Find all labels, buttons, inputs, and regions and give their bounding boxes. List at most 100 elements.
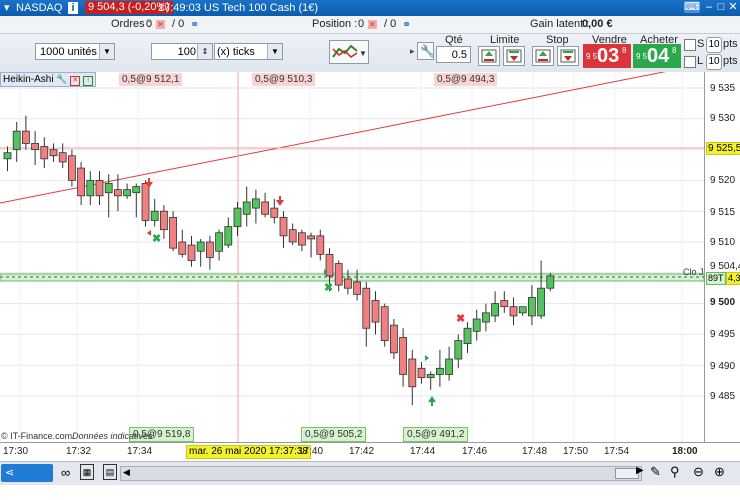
candle[interactable] [546, 275, 555, 289]
candle[interactable] [233, 207, 242, 227]
candle[interactable] [399, 337, 408, 375]
candle[interactable] [150, 210, 159, 221]
candle[interactable] [261, 201, 270, 215]
candle[interactable] [417, 367, 426, 378]
info-icon[interactable]: i [68, 2, 78, 14]
remove-indicator-icon[interactable]: ✕ [70, 76, 81, 86]
candle[interactable] [251, 198, 260, 209]
candle[interactable] [316, 235, 325, 255]
candle[interactable] [49, 149, 58, 157]
candle[interactable] [86, 180, 95, 197]
draw-tool-icon[interactable]: ✎ [650, 464, 661, 480]
zoom-in-icon[interactable]: ⊕ [714, 464, 725, 480]
share-button[interactable]: ⋖ Partager [1, 464, 53, 497]
chain-icon[interactable]: ⚭ [190, 18, 199, 31]
long-stop-points-input[interactable]: 10 [706, 54, 722, 70]
horizontal-scrollbar[interactable]: ◀ [120, 466, 642, 481]
collapse-arrow-icon[interactable]: ▸ [410, 46, 415, 57]
candle[interactable] [491, 303, 500, 317]
candle[interactable] [104, 183, 113, 194]
sheet-icon[interactable]: ▤ [103, 464, 117, 480]
candle[interactable] [463, 327, 472, 345]
scroll-right-icon[interactable]: ▶ [636, 465, 644, 476]
calculator-icon[interactable]: ▦ [80, 464, 94, 480]
candle[interactable] [3, 152, 12, 160]
zoom-auto-icon[interactable]: ⚲ [670, 464, 680, 480]
short-stop-points-input[interactable]: 10 [706, 37, 722, 53]
keyboard-icon[interactable]: ⌨ [684, 1, 700, 13]
settings-tool-button[interactable]: 🔧 [417, 42, 435, 60]
ticks-unit-select[interactable]: (x) ticks ▼ [214, 43, 283, 60]
candle[interactable] [408, 358, 417, 388]
long-stop-checkbox[interactable] [684, 56, 696, 68]
candle[interactable] [123, 189, 131, 197]
candle[interactable] [288, 229, 297, 243]
close-orders-icon[interactable]: ✕ [156, 20, 165, 29]
candle[interactable] [68, 155, 76, 181]
indicator-tool-button[interactable]: ▼ [329, 40, 369, 64]
close-position-icon[interactable]: ✕ [368, 20, 377, 29]
candle[interactable] [95, 180, 104, 197]
close-icon[interactable]: ✕ [727, 1, 739, 13]
candle[interactable] [77, 167, 85, 197]
order-tag[interactable]: 0,5@9 505,2 [301, 427, 367, 442]
candle[interactable] [426, 374, 435, 378]
candle[interactable] [279, 216, 288, 237]
spinner-icon[interactable]: ⇕ [197, 44, 212, 59]
candle[interactable] [12, 130, 21, 150]
candle[interactable] [472, 318, 481, 332]
candle[interactable] [297, 232, 306, 246]
candle[interactable] [242, 201, 251, 215]
maximize-icon[interactable]: □ [715, 1, 727, 13]
candle[interactable] [224, 226, 233, 246]
quantity-input[interactable]: 0.5 [436, 46, 471, 63]
candle[interactable] [353, 281, 362, 295]
stop-buy-button[interactable] [532, 46, 554, 66]
candle[interactable] [169, 216, 178, 249]
order-tag[interactable]: 0,5@9 510,3 [252, 73, 316, 86]
candle[interactable] [380, 306, 389, 341]
candle[interactable] [21, 130, 30, 144]
candlestick-chart[interactable]: ✖ ✖ ✖ [0, 63, 705, 442]
candle[interactable] [141, 183, 150, 221]
candle[interactable] [205, 241, 214, 258]
order-tag[interactable]: 0,5@9 491,2 [403, 427, 469, 442]
candle[interactable] [371, 300, 380, 323]
candle[interactable] [132, 186, 141, 194]
minimize-icon[interactable]: – [703, 1, 715, 13]
candle[interactable] [389, 324, 398, 354]
candle[interactable] [343, 278, 352, 289]
indicator-legend[interactable]: Heikin-Ashi 🔧 ✕ ↑ [0, 72, 97, 87]
limit-buy-button[interactable] [478, 46, 500, 66]
stop-sell-button[interactable] [557, 46, 579, 66]
candle[interactable] [114, 189, 122, 197]
candle[interactable] [509, 306, 518, 317]
sell-button[interactable]: 9 5 03 8 [583, 44, 631, 68]
time-axis[interactable]: 17:30 17:32 17:34 mar. 26 mai 2020 17:37… [0, 442, 740, 461]
candle[interactable] [537, 287, 545, 317]
candle[interactable] [270, 207, 279, 218]
candle[interactable] [215, 232, 224, 252]
scroll-left-icon[interactable]: ◀ [123, 467, 130, 478]
price-chart[interactable]: ✖ ✖ ✖ Heikin-Ashi 🔧 ✕ ↑ 0,5@9 512,1 0,5@… [0, 63, 705, 442]
dropdown-arrow-icon[interactable]: ▾ [4, 1, 10, 15]
instrument-name[interactable]: NASDAQ [16, 1, 62, 15]
candle[interactable] [58, 152, 67, 163]
settings-icon[interactable]: 🔧 [56, 74, 67, 84]
candle[interactable] [500, 300, 509, 308]
candle[interactable] [454, 340, 463, 360]
candle[interactable] [445, 358, 454, 375]
candle[interactable] [178, 241, 187, 255]
buy-button[interactable]: 9 5 04 8 [633, 44, 681, 68]
units-select[interactable]: 1000 unités ▼ [35, 43, 115, 60]
candle[interactable] [334, 263, 343, 286]
short-stop-checkbox[interactable] [684, 39, 696, 51]
candle[interactable] [159, 210, 168, 231]
magnet-icon[interactable]: ∞ [61, 465, 70, 480]
order-tag[interactable]: 0,5@9 512,1 [119, 73, 183, 86]
candle[interactable] [362, 287, 371, 329]
candle[interactable] [196, 241, 205, 252]
ticks-input[interactable]: 100 ⇕ [151, 43, 213, 60]
candle[interactable] [187, 244, 196, 261]
add-indicator-icon[interactable]: ↑ [83, 76, 94, 86]
